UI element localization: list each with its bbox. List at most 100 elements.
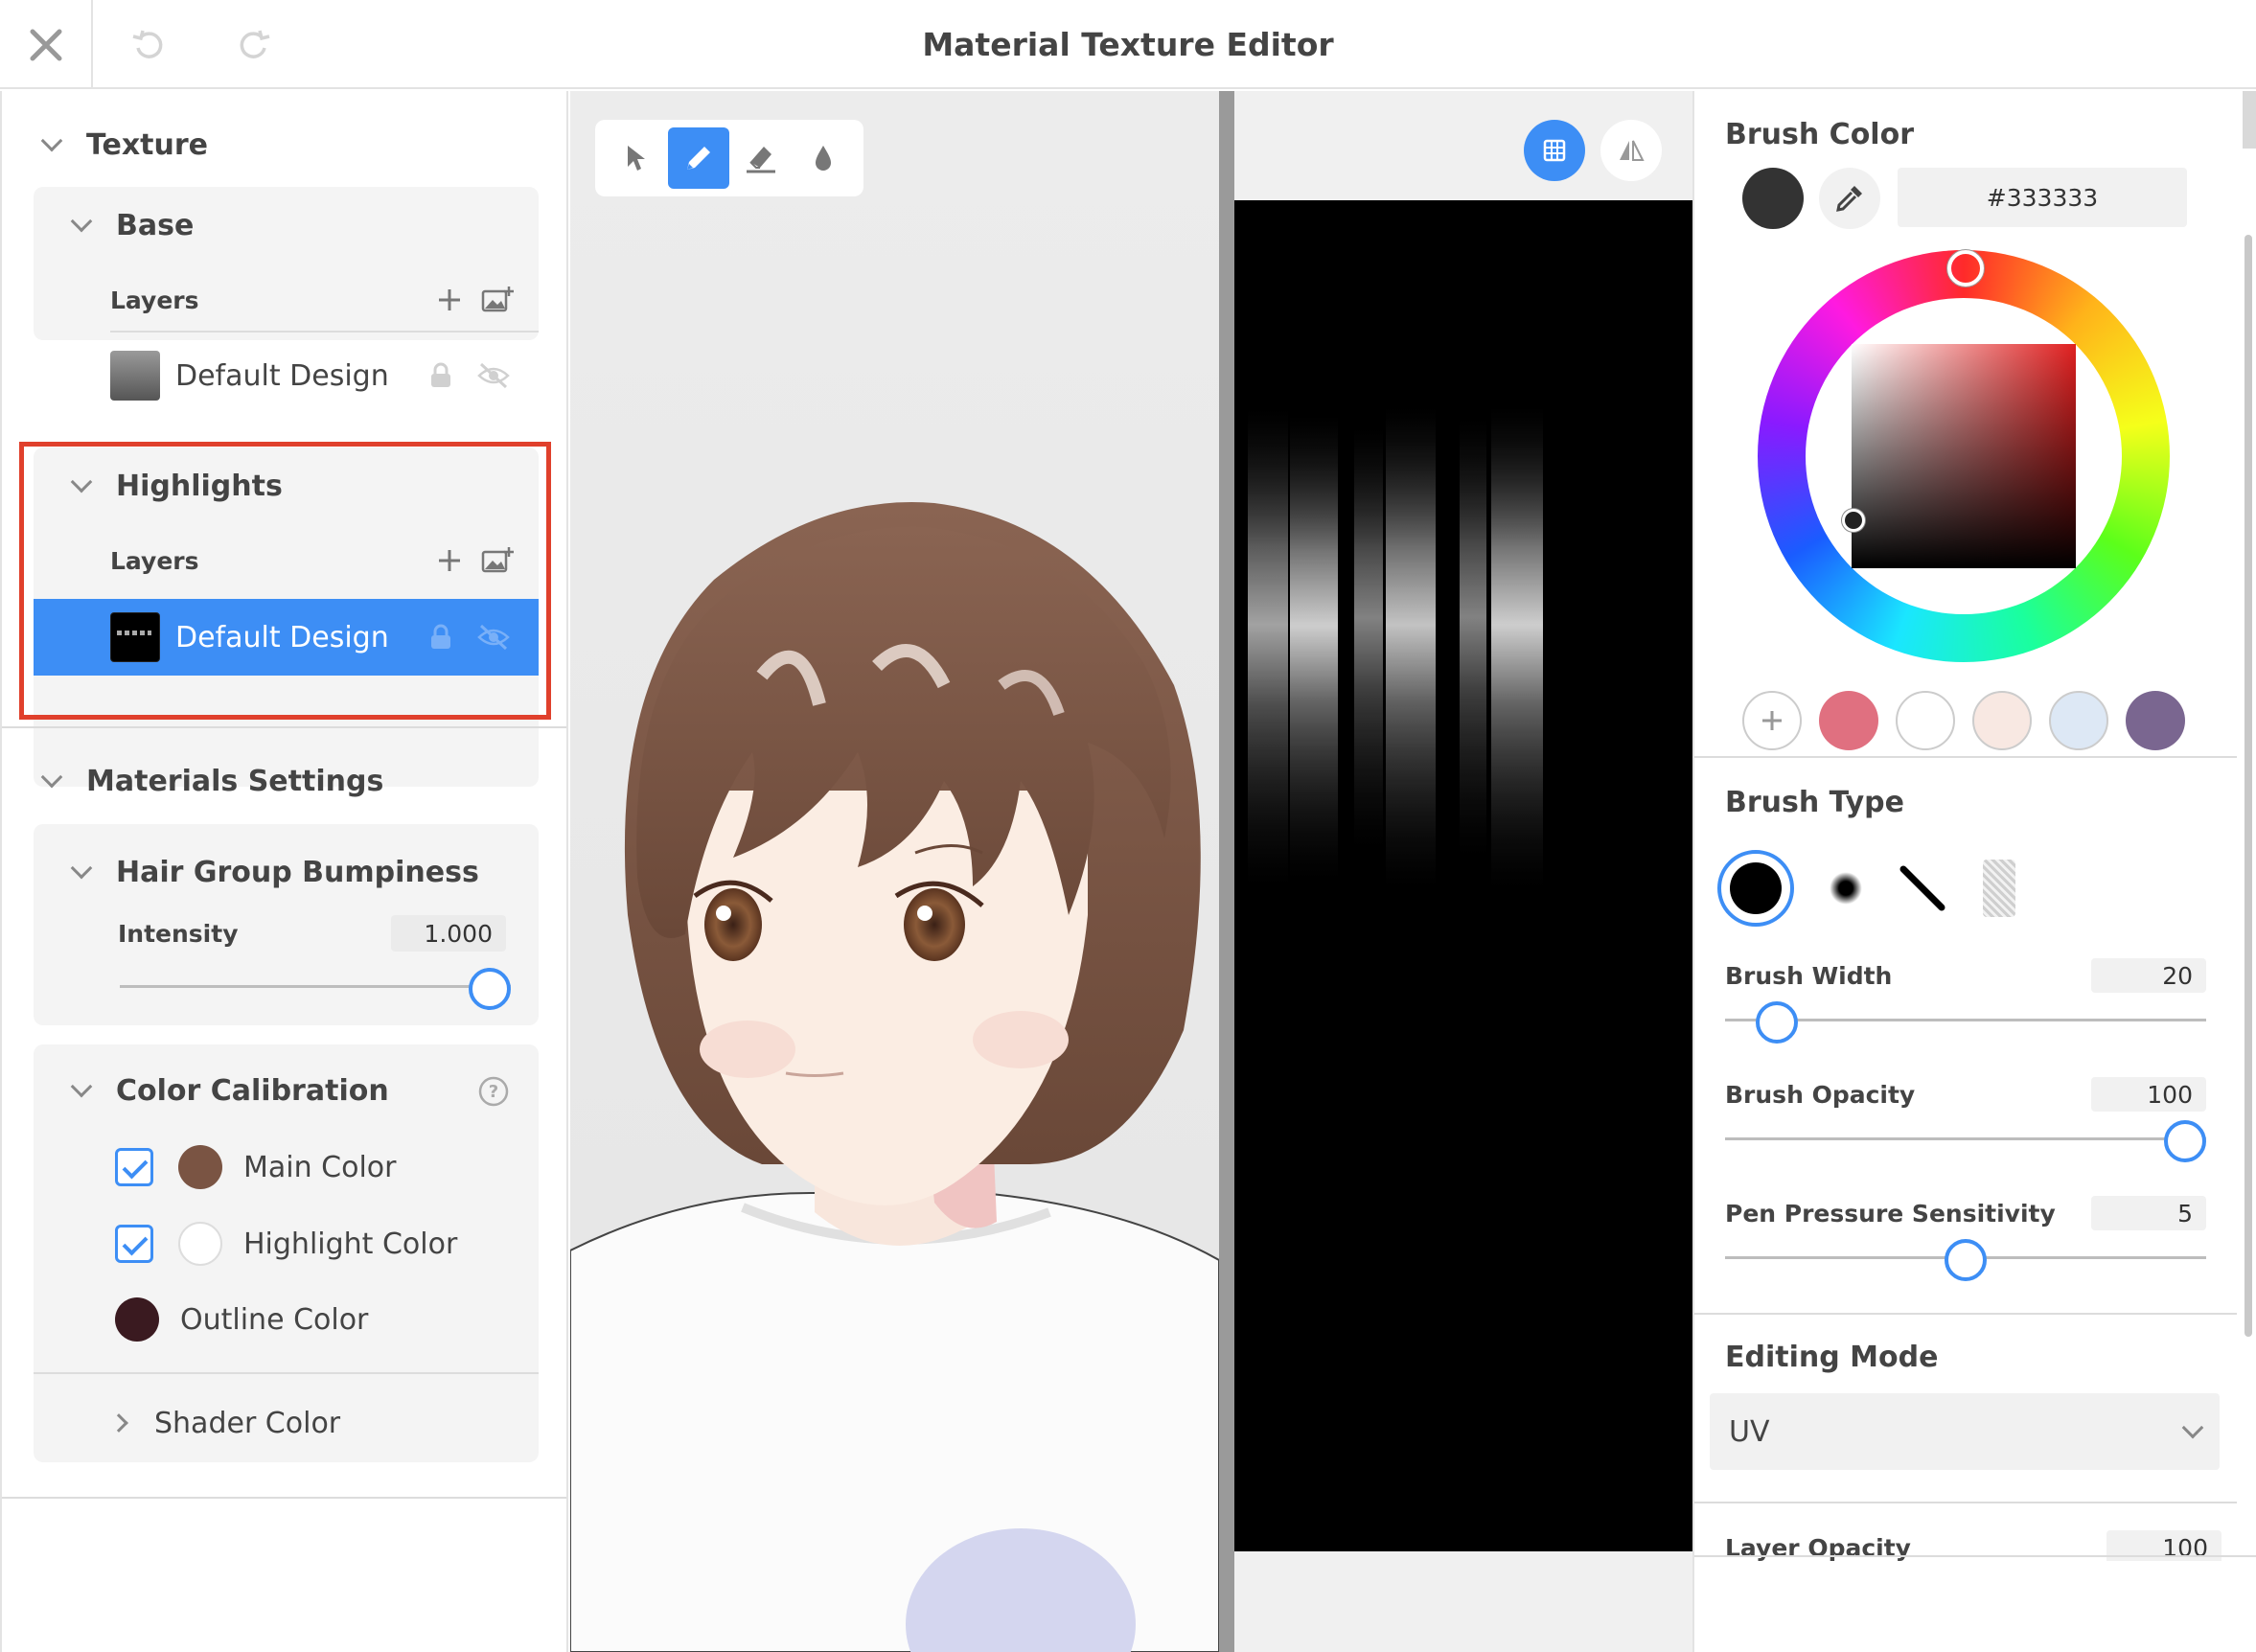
color-picker-handle[interactable] xyxy=(1842,509,1865,532)
redo-icon xyxy=(240,30,270,58)
brush-type-soft[interactable] xyxy=(1807,850,1884,927)
pane-splitter[interactable] xyxy=(1219,91,1234,1652)
redo-button[interactable] xyxy=(220,0,288,89)
brush-width-value[interactable]: 20 xyxy=(2091,958,2206,993)
uv-grid-toggle[interactable] xyxy=(1524,120,1585,181)
uv-editor-pane xyxy=(1234,91,1692,1652)
preset-color-4[interactable] xyxy=(2049,691,2108,750)
brush-width-row: Brush Width 20 xyxy=(1725,956,2206,995)
intensity-value[interactable]: 1.000 xyxy=(391,915,506,952)
highlights-section-title: Highlights xyxy=(116,469,283,503)
undo-icon xyxy=(132,30,163,58)
slider-track xyxy=(1725,1137,2206,1140)
preset-color-5[interactable] xyxy=(2126,691,2185,750)
lock-icon[interactable] xyxy=(429,624,452,651)
add-layer-icon[interactable] xyxy=(437,548,462,573)
calibration-title: Color Calibration xyxy=(116,1073,389,1108)
saturation-value-square[interactable] xyxy=(1852,344,2076,568)
divider xyxy=(1694,1555,2256,1557)
mirror-toggle[interactable] xyxy=(1600,120,1662,181)
highlights-card: Highlights Layers Default Design xyxy=(34,447,539,787)
model-viewport[interactable] xyxy=(570,91,1219,1652)
preset-color-1[interactable] xyxy=(1819,691,1878,750)
brush-color-title: Brush Color xyxy=(1725,118,1914,151)
grid-icon xyxy=(1543,139,1566,162)
intensity-row: Intensity 1.000 xyxy=(118,912,506,954)
brush-opacity-slider[interactable] xyxy=(1725,1120,2206,1162)
base-section-title: Base xyxy=(116,208,195,242)
mirror-icon xyxy=(1620,140,1645,161)
preset-color-3[interactable] xyxy=(1972,691,2032,750)
chevron-down-icon xyxy=(70,1075,93,1098)
uv-texture-canvas[interactable] xyxy=(1234,200,1692,1551)
texture-section-toggle[interactable]: Texture xyxy=(40,116,208,173)
current-color-swatch[interactable] xyxy=(1742,168,1804,229)
divider xyxy=(34,1372,539,1374)
chevron-right-icon xyxy=(109,1413,128,1433)
add-image-layer-icon[interactable] xyxy=(481,286,514,314)
preset-color-2[interactable] xyxy=(1896,691,1955,750)
slider-knob[interactable] xyxy=(2164,1120,2206,1162)
lock-icon[interactable] xyxy=(429,362,452,389)
editing-mode-title: Editing Mode xyxy=(1725,1341,1939,1374)
undo-button[interactable] xyxy=(115,0,182,89)
editing-mode-select[interactable]: UV xyxy=(1710,1393,2220,1470)
brush-type-hard-round[interactable] xyxy=(1717,850,1794,927)
brush-type-texture[interactable] xyxy=(1961,850,2037,927)
add-preset-button[interactable] xyxy=(1742,691,1802,750)
editing-mode-value: UV xyxy=(1729,1414,1770,1449)
slider-knob[interactable] xyxy=(469,968,511,1010)
slider-knob[interactable] xyxy=(1756,1001,1799,1044)
outline-color-swatch[interactable] xyxy=(115,1297,159,1342)
materials-section-toggle[interactable]: Materials Settings xyxy=(40,752,384,810)
scrollbar[interactable] xyxy=(2244,235,2252,1337)
highlights-layer-item[interactable]: Default Design xyxy=(34,599,539,676)
base-section-toggle[interactable]: Base xyxy=(70,196,195,254)
texture-brush-icon xyxy=(1983,860,2015,917)
hidden-eye-icon[interactable] xyxy=(477,624,510,651)
pen-pressure-slider[interactable] xyxy=(1725,1239,2206,1281)
main-color-checkbox[interactable] xyxy=(115,1148,153,1186)
chevron-down-icon xyxy=(40,766,63,789)
eyedropper-button[interactable] xyxy=(1819,168,1880,229)
brush-opacity-value[interactable]: 100 xyxy=(2091,1077,2206,1112)
base-layer-item[interactable]: Default Design xyxy=(34,337,539,414)
title-bar: Material Texture Editor xyxy=(0,0,2256,89)
help-icon[interactable]: ? xyxy=(477,1075,510,1108)
highlight-color-swatch[interactable] xyxy=(178,1222,222,1266)
bumpiness-section-toggle[interactable]: Hair Group Bumpiness xyxy=(70,843,479,901)
shader-color-toggle[interactable]: Shader Color xyxy=(109,1394,340,1452)
layer-thumbnail xyxy=(110,612,160,662)
highlight-color-checkbox[interactable] xyxy=(115,1225,153,1263)
brush-width-slider[interactable] xyxy=(1725,1001,2206,1044)
chevron-down-icon xyxy=(2181,1416,2204,1439)
close-button[interactable] xyxy=(0,0,93,89)
hex-color-input[interactable]: #333333 xyxy=(1898,168,2187,227)
highlights-layers-label: Layers xyxy=(110,546,199,575)
add-layer-icon[interactable] xyxy=(437,287,462,312)
chevron-down-icon xyxy=(70,210,93,233)
outline-color-label: Outline Color xyxy=(180,1302,369,1337)
hue-handle[interactable] xyxy=(1947,250,1984,287)
brush-type-line[interactable] xyxy=(1884,850,1961,927)
highlight-color-label: Highlight Color xyxy=(243,1227,458,1261)
chevron-down-icon xyxy=(70,470,93,493)
pen-pressure-value[interactable]: 5 xyxy=(2091,1196,2206,1230)
base-layers-header: Layers xyxy=(110,276,514,324)
hidden-eye-icon[interactable] xyxy=(477,362,510,389)
divider xyxy=(1694,1313,2237,1315)
intensity-slider[interactable] xyxy=(120,968,511,1010)
hard-brush-icon xyxy=(1730,862,1782,914)
highlights-layers-header: Layers xyxy=(110,537,514,585)
divider xyxy=(2,1497,566,1499)
divider xyxy=(2,726,566,728)
add-image-layer-icon[interactable] xyxy=(481,546,514,575)
highlights-section-toggle[interactable]: Highlights xyxy=(70,457,283,515)
slider-knob[interactable] xyxy=(1945,1239,1987,1281)
calibration-section-toggle[interactable]: Color Calibration xyxy=(70,1062,389,1119)
brush-opacity-label: Brush Opacity xyxy=(1725,1080,1916,1109)
main-color-swatch[interactable] xyxy=(178,1145,222,1189)
pen-pressure-label: Pen Pressure Sensitivity xyxy=(1725,1199,2056,1228)
materials-section-label: Materials Settings xyxy=(86,764,384,798)
window-title: Material Texture Editor xyxy=(922,26,1334,63)
